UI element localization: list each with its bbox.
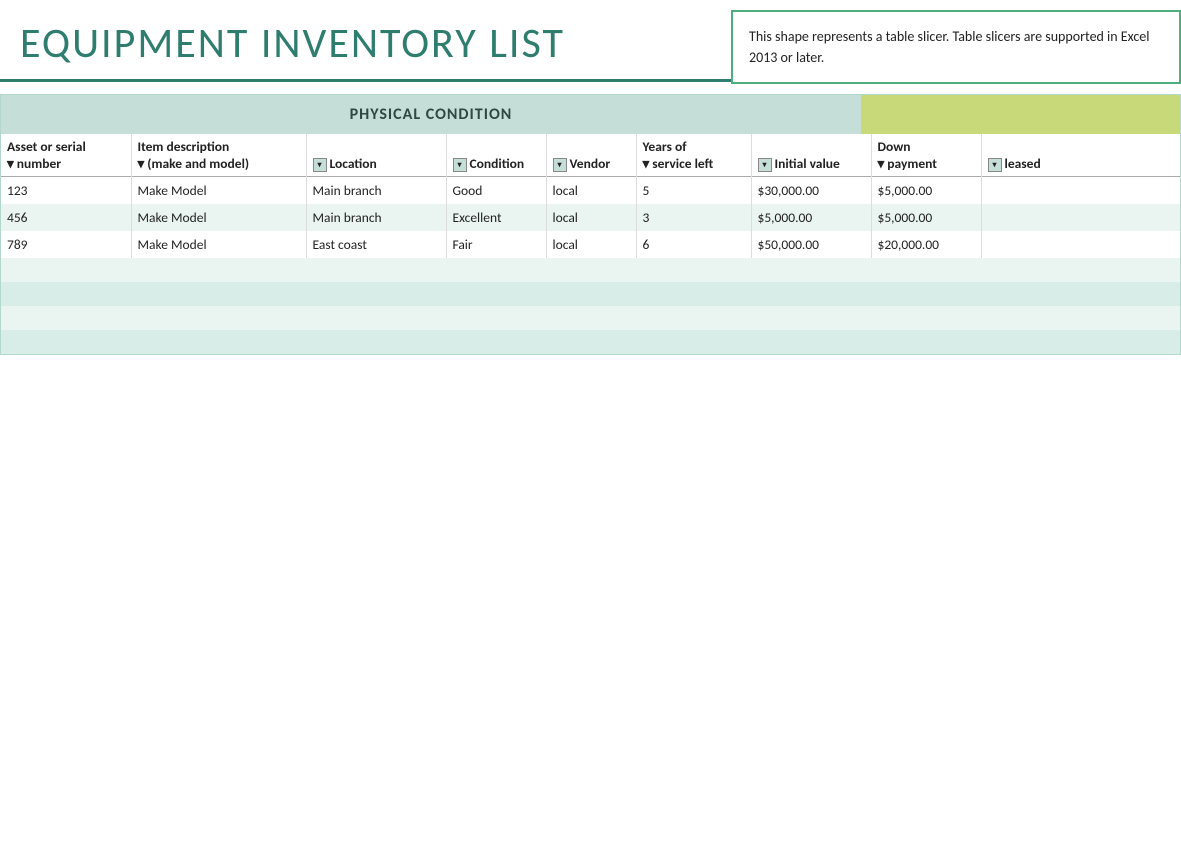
cell-vendor: local <box>546 231 636 258</box>
col-header-asset-line2: number <box>17 155 61 172</box>
cell-item: Make Model <box>131 231 306 258</box>
cell-initial: $30,000.00 <box>751 177 871 205</box>
filter-location-btn[interactable]: ▾ <box>313 158 327 172</box>
col-header-leased-label: leased <box>1005 155 1041 172</box>
cell-condition: Fair <box>446 231 546 258</box>
col-header-location-label: Location <box>330 155 377 172</box>
empty-row <box>1 258 1180 282</box>
col-header-down: Down ▾ payment <box>871 134 981 177</box>
filter-asset-btn[interactable]: ▾ <box>7 155 14 172</box>
empty-row <box>1 306 1180 330</box>
cell-asset: 123 <box>1 177 131 205</box>
col-header-years-line1: Years of <box>643 138 745 155</box>
cell-item: Make Model <box>131 204 306 231</box>
cell-asset: 789 <box>1 231 131 258</box>
cell-leased <box>981 177 1180 205</box>
col-header-years-line2: service left <box>652 155 713 172</box>
section-header-label: PHYSICAL CONDITION <box>1 95 861 134</box>
cell-down: $5,000.00 <box>871 177 981 205</box>
col-header-initial-label: Initial value <box>775 155 840 172</box>
table-header-row: Asset or serial ▾ number Item descriptio… <box>1 134 1180 177</box>
table-row: 123 Make Model Main branch Good local 5 … <box>1 177 1180 205</box>
col-header-condition: ▾ Condition <box>446 134 546 177</box>
empty-row-alt <box>1 330 1180 354</box>
col-header-vendor: ▾ Vendor <box>546 134 636 177</box>
filter-years-btn[interactable]: ▾ <box>643 155 650 172</box>
table-wrapper: PHYSICAL CONDITION Asset or serial ▾ num… <box>0 94 1181 355</box>
cell-initial: $50,000.00 <box>751 231 871 258</box>
col-header-down-line2: payment <box>887 155 937 172</box>
cell-vendor: local <box>546 204 636 231</box>
cell-years: 3 <box>636 204 751 231</box>
col-header-asset: Asset or serial ▾ number <box>1 134 131 177</box>
cell-initial: $5,000.00 <box>751 204 871 231</box>
col-header-down-line1: Down <box>878 138 975 155</box>
col-header-item: Item description ▾ (make and model) <box>131 134 306 177</box>
inventory-table: Asset or serial ▾ number Item descriptio… <box>1 134 1180 354</box>
empty-row-alt <box>1 282 1180 306</box>
col-header-item-line1: Item description <box>138 138 300 155</box>
col-header-location: ▾ Location <box>306 134 446 177</box>
cell-vendor: local <box>546 177 636 205</box>
slicer-text: This shape represents a table slicer. Ta… <box>749 28 1149 66</box>
filter-down-btn[interactable]: ▾ <box>878 155 885 172</box>
col-header-initial: ▾ Initial value <box>751 134 871 177</box>
cell-leased <box>981 204 1180 231</box>
cell-years: 6 <box>636 231 751 258</box>
col-header-condition-label: Condition <box>470 155 525 172</box>
cell-condition: Good <box>446 177 546 205</box>
cell-condition: Excellent <box>446 204 546 231</box>
cell-down: $5,000.00 <box>871 204 981 231</box>
col-header-vendor-label: Vendor <box>570 155 611 172</box>
col-header-leased: ▾ leased <box>981 134 1180 177</box>
cell-down: $20,000.00 <box>871 231 981 258</box>
table-row: 456 Make Model Main branch Excellent loc… <box>1 204 1180 231</box>
cell-location: East coast <box>306 231 446 258</box>
cell-asset: 456 <box>1 204 131 231</box>
col-header-years: Years of ▾ service left <box>636 134 751 177</box>
cell-location: Main branch <box>306 177 446 205</box>
filter-vendor-btn[interactable]: ▾ <box>553 158 567 172</box>
section-header: PHYSICAL CONDITION <box>1 95 1180 134</box>
col-header-item-line2: (make and model) <box>147 155 249 172</box>
slicer-box: This shape represents a table slicer. Ta… <box>731 10 1181 84</box>
cell-location: Main branch <box>306 204 446 231</box>
cell-leased <box>981 231 1180 258</box>
filter-item-btn[interactable]: ▾ <box>138 155 145 172</box>
filter-leased-btn[interactable]: ▾ <box>988 158 1002 172</box>
col-header-asset-line1: Asset or serial <box>7 138 125 155</box>
filter-condition-btn[interactable]: ▾ <box>453 158 467 172</box>
cell-years: 5 <box>636 177 751 205</box>
table-row: 789 Make Model East coast Fair local 6 $… <box>1 231 1180 258</box>
filter-initial-btn[interactable]: ▾ <box>758 158 772 172</box>
section-header-accent <box>861 95 1180 134</box>
cell-item: Make Model <box>131 177 306 205</box>
